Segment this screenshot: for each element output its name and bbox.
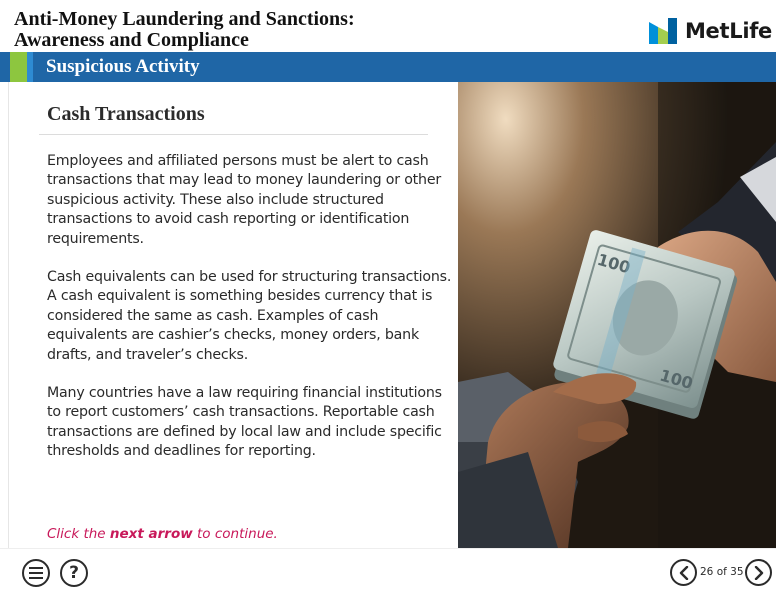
logo-text: MetLife — [684, 19, 772, 43]
cta-bold: next arrow — [109, 526, 193, 542]
header: Anti-Money Laundering and Sanctions: Awa… — [0, 0, 776, 52]
title-divider — [39, 134, 428, 135]
page-counter: 26 of 35 — [700, 566, 744, 578]
previous-button[interactable] — [670, 559, 697, 586]
paragraph-3: Many countries have a law requiring fina… — [47, 385, 442, 460]
course-title-line1: Anti-Money Laundering and Sanctions: — [14, 8, 355, 30]
section-accent-green — [10, 52, 27, 82]
menu-button[interactable] — [22, 559, 50, 587]
section-bar: Suspicious Activity — [0, 52, 776, 82]
paragraph-2: Cash equivalents can be used for structu… — [47, 269, 452, 363]
help-icon: ? — [69, 563, 79, 583]
metlife-logo-icon — [648, 18, 677, 44]
cta-prefix: Click the — [47, 526, 110, 542]
chevron-left-icon — [679, 565, 688, 580]
photo-hands-exchanging-cash-icon: 100 100 — [458, 82, 776, 548]
section-title: Suspicious Activity — [46, 56, 200, 77]
course-title: Anti-Money Laundering and Sanctions: Awa… — [14, 9, 434, 51]
cash-exchange-photo: 100 100 — [458, 82, 776, 548]
content-panel: Cash Transactions Employees and affiliat… — [8, 82, 458, 548]
cta-suffix: to continue. — [192, 526, 278, 542]
course-title-line2: Awareness and Compliance — [14, 29, 249, 51]
footer-nav: ? 26 of 35 — [0, 548, 776, 589]
section-accent-blue — [27, 52, 33, 82]
continue-instruction: Click the next arrow to continue. — [47, 526, 278, 542]
chevron-right-icon — [754, 565, 763, 580]
menu-icon — [29, 567, 43, 579]
paragraph-1: Employees and affiliated persons must be… — [47, 153, 442, 247]
help-button[interactable]: ? — [60, 559, 88, 587]
next-button[interactable] — [745, 559, 772, 586]
page-title: Cash Transactions — [47, 103, 205, 125]
metlife-logo: MetLife — [648, 17, 772, 45]
